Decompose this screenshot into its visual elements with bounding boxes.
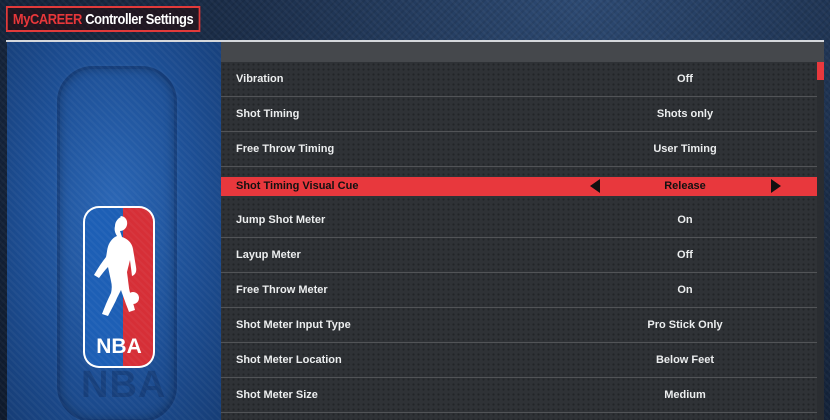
setting-label: Layup Meter [236,249,301,261]
page-title-mycareer: MyCAREER [12,10,82,28]
basketball [127,292,139,304]
embossed-logo-outline [57,66,177,420]
setting-value: Below Feet [655,354,715,366]
setting-row-shot-meter-input-type[interactable]: Shot Meter Input Type Pro Stick Only [221,308,817,343]
setting-label: Shot Meter Input Type [236,319,351,331]
setting-label: Shot Meter Location [236,354,342,366]
nba-panel: NBA NBA [7,42,221,420]
setting-row-free-throw-timing[interactable]: Free Throw Timing User Timing [221,132,817,167]
nba-logo-text: NBA [96,335,142,358]
setting-value: Pro Stick Only [647,319,723,331]
setting-label: Free Throw Meter [236,284,328,296]
setting-value: Off [677,249,693,261]
setting-row-shot-meter-size[interactable]: Shot Meter Size Medium [221,378,817,413]
setting-label: Jump Shot Meter [236,214,326,226]
page-title-settings: Controller Settings [85,10,194,28]
settings-panel: Vibration Off Shot Timing Shots only Fre… [221,42,824,420]
setting-value: Release [664,180,706,192]
setting-value: On [677,214,693,226]
setting-label: Free Throw Timing [236,143,335,155]
setting-value: User Timing [653,143,717,155]
setting-label: Shot Meter Size [236,389,318,401]
triangle-right-icon[interactable] [771,179,781,193]
setting-row-shot-meter-location[interactable]: Shot Meter Location Below Feet [221,343,817,378]
setting-value: Shots only [656,108,714,120]
setting-value: On [677,284,693,296]
setting-value: Medium [664,389,706,401]
setting-label: Shot Timing Visual Cue [236,180,359,192]
scrollbar-track[interactable] [817,62,824,420]
page-title: MyCAREER Controller Settings [6,6,201,32]
setting-row-layup-meter[interactable]: Layup Meter Off [221,238,817,273]
setting-row-vibration[interactable]: Vibration Off [221,62,817,97]
setting-row-free-throw-meter[interactable]: Free Throw Meter On [221,273,817,308]
settings-header-bar [221,42,824,62]
player-silhouette [94,216,137,316]
setting-value: Off [677,73,693,85]
nba-logo: NBA [83,206,155,368]
setting-row-shot-timing-visual-cue[interactable]: Shot Timing Visual Cue Release [221,177,817,196]
setting-row-shot-timing[interactable]: Shot Timing Shots only [221,97,817,132]
setting-row-jump-shot-meter[interactable]: Jump Shot Meter On [221,203,817,238]
scrollbar-thumb[interactable] [817,62,824,80]
setting-label: Vibration [236,73,284,85]
embossed-nba-text: NBA [81,364,167,406]
setting-label: Shot Timing [236,108,300,120]
